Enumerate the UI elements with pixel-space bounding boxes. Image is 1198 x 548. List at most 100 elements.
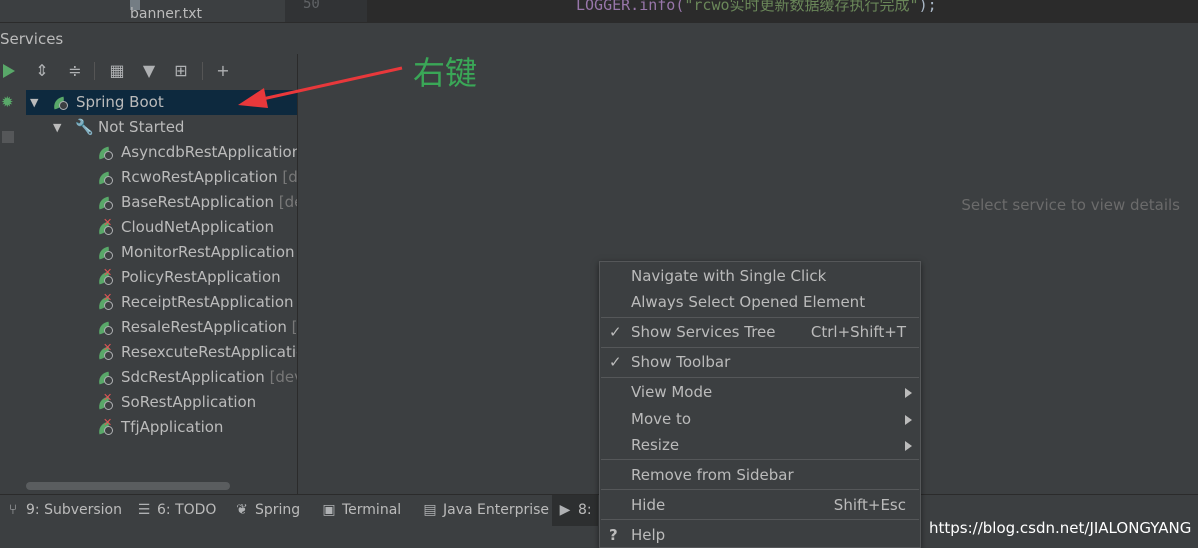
menu-separator <box>601 489 919 490</box>
group-by-icon[interactable]: ▦ <box>106 60 128 82</box>
tree-item-label: ResaleRestApplication <box>121 318 287 336</box>
context-menu: Navigate with Single Click Always Select… <box>599 261 921 548</box>
tab-subversion[interactable]: ⑂ 9: Subversion <box>6 495 122 526</box>
tree-item-application[interactable]: SdcRestApplication [dev <box>26 365 297 390</box>
tree-item-application[interactable]: ✕ PolicyRestApplication <box>26 265 297 290</box>
menu-item-show-toolbar[interactable]: ✓ Show Toolbar <box>600 349 920 375</box>
tab-label: Java Enterprise <box>443 502 550 518</box>
checkmark-icon: ✓ <box>609 353 622 371</box>
tab-label: 8: <box>578 502 592 518</box>
menu-item-resize[interactable]: Resize <box>600 432 920 458</box>
annotation-arrow <box>238 66 403 108</box>
menu-item-label: View Mode <box>631 383 713 401</box>
collapse-all-icon[interactable]: ≑ <box>64 60 86 82</box>
menu-item-label: Hide <box>631 496 666 514</box>
tree-node-label: Not Started <box>98 118 185 136</box>
branch-icon: ⑂ <box>8 502 18 518</box>
tree-item-text: SdcRestApplication [dev <box>121 365 297 390</box>
java-enterprise-icon: ▤ <box>423 502 437 518</box>
menu-item-move-to[interactable]: Move to <box>600 406 920 432</box>
menu-item-always-select-opened[interactable]: Always Select Opened Element <box>600 289 920 315</box>
tab-todo[interactable]: ☰ 6: TODO <box>137 495 217 526</box>
tab-spring[interactable]: ❦ Spring <box>235 495 300 526</box>
run-icon[interactable] <box>3 64 15 78</box>
tree-horizontal-scrollbar[interactable] <box>26 482 230 490</box>
menu-separator <box>601 347 919 348</box>
services-tree[interactable]: ▼ Spring Boot ▼ 🔧 Not Started AsyncdbRes… <box>26 88 297 494</box>
menu-item-label: Resize <box>631 436 680 454</box>
file-name[interactable]: banner.txt <box>130 6 202 22</box>
tab-services[interactable]: ▶ 8: <box>552 495 598 526</box>
tree-item-application[interactable]: RcwoRestApplication [d <box>26 165 297 190</box>
spring-boot-failed-icon: ✕ <box>96 292 113 310</box>
menu-item-navigate-single-click[interactable]: Navigate with Single Click <box>600 263 920 289</box>
services-title: Services <box>0 30 64 48</box>
tab-label: Terminal <box>342 502 402 518</box>
tree-item-label: BaseRestApplication <box>121 193 275 211</box>
spring-boot-failed-icon: ✕ <box>96 392 113 410</box>
tree-item-text: ReceiptRestApplication <box>121 290 294 315</box>
menu-item-label: Help <box>631 526 666 544</box>
tree-item-label: RcwoRestApplication <box>121 168 278 186</box>
expand-all-icon[interactable]: ⇕ <box>31 60 53 82</box>
menu-item-view-mode[interactable]: View Mode <box>600 379 920 405</box>
menu-separator <box>601 519 919 520</box>
tree-item-profile: [de <box>278 193 297 211</box>
spring-boot-failed-icon: ✕ <box>96 417 113 435</box>
menu-separator <box>601 377 919 378</box>
expand-arrow-icon[interactable]: ▼ <box>30 90 38 115</box>
new-tab-icon[interactable]: ⊞ <box>170 60 192 82</box>
services-action-bar: ✹ <box>0 54 26 494</box>
project-panel-fragment: banner.txt <box>0 0 285 22</box>
tree-item-profile: [d <box>282 168 297 186</box>
tree-node-label: Spring Boot <box>76 93 164 111</box>
menu-item-label: Show Services Tree <box>631 323 776 341</box>
tree-item-label: TfjApplication <box>121 418 224 436</box>
spring-boot-failed-icon: ✕ <box>96 267 113 285</box>
menu-item-label: Remove from Sidebar <box>631 466 794 484</box>
tree-item-application[interactable]: BaseRestApplication [de <box>26 190 297 215</box>
checkmark-icon: ✓ <box>609 323 622 341</box>
tab-java-enterprise[interactable]: ▤ Java Enterprise <box>423 495 549 526</box>
services-icon: ▶ <box>559 502 571 518</box>
tree-item-application[interactable]: ResaleRestApplication [c <box>26 315 297 340</box>
code-line[interactable]: LOGGER.info("rcwo实时更新数据缓存执行完成"); <box>576 0 937 15</box>
tree-item-application[interactable]: ✕ TfjApplication <box>26 415 297 440</box>
menu-item-hide[interactable]: Hide Shift+Esc <box>600 492 920 518</box>
tree-item-profile: [dev <box>269 368 297 386</box>
spring-boot-icon <box>96 321 113 335</box>
tree-item-application[interactable]: AsyncdbRestApplication <box>26 140 297 165</box>
tree-item-text: ResaleRestApplication [c <box>121 315 297 340</box>
wrench-icon: 🔧 <box>75 118 94 136</box>
menu-item-shortcut: Shift+Esc <box>833 496 906 514</box>
tree-item-application[interactable]: MonitorRestApplication <box>26 240 297 265</box>
code-keyword: LOGGER.info( <box>576 0 685 14</box>
expand-arrow-icon[interactable]: ▼ <box>53 115 61 140</box>
menu-item-show-services-tree[interactable]: ✓ Show Services Tree Ctrl+Shift+T <box>600 319 920 345</box>
tree-item-application[interactable]: ✕ ResexcuteRestApplicatic <box>26 340 297 365</box>
tree-item-label: SoRestApplication <box>121 393 257 411</box>
tab-terminal[interactable]: ▣ Terminal <box>322 495 401 526</box>
spring-boot-failed-icon: ✕ <box>96 217 113 235</box>
tree-item-application[interactable]: ✕ CloudNetApplication <box>26 215 297 240</box>
spring-boot-icon <box>96 371 113 385</box>
spring-boot-icon <box>96 171 113 185</box>
tree-item-label: AsyncdbRestApplication <box>121 143 297 161</box>
tree-item-label: PolicyRestApplication <box>121 268 281 286</box>
spring-leaf-icon: ❦ <box>236 502 248 518</box>
tree-item-application[interactable]: ✕ ReceiptRestApplication <box>26 290 297 315</box>
debug-icon[interactable]: ✹ <box>1 94 17 110</box>
menu-item-label: Show Toolbar <box>631 353 731 371</box>
editor-strip: banner.txt 50 LOGGER.info("rcwo实时更新数据缓存执… <box>0 0 1198 22</box>
tree-item-application[interactable]: ✕ SoRestApplication <box>26 390 297 415</box>
stop-icon[interactable] <box>2 131 14 143</box>
tree-node-not-started[interactable]: ▼ 🔧 Not Started <box>26 115 297 140</box>
tree-item-text: RcwoRestApplication [d <box>121 165 297 190</box>
menu-item-remove-from-sidebar[interactable]: Remove from Sidebar <box>600 462 920 488</box>
spring-boot-icon <box>51 96 68 110</box>
filter-icon[interactable]: ▼ <box>138 60 160 82</box>
watermark: https://blog.csdn.net/JIALONGYANG <box>929 519 1192 537</box>
tab-label: Spring <box>255 502 301 518</box>
menu-item-help[interactable]: ? Help <box>600 522 920 548</box>
line-number: 50 <box>303 0 320 12</box>
